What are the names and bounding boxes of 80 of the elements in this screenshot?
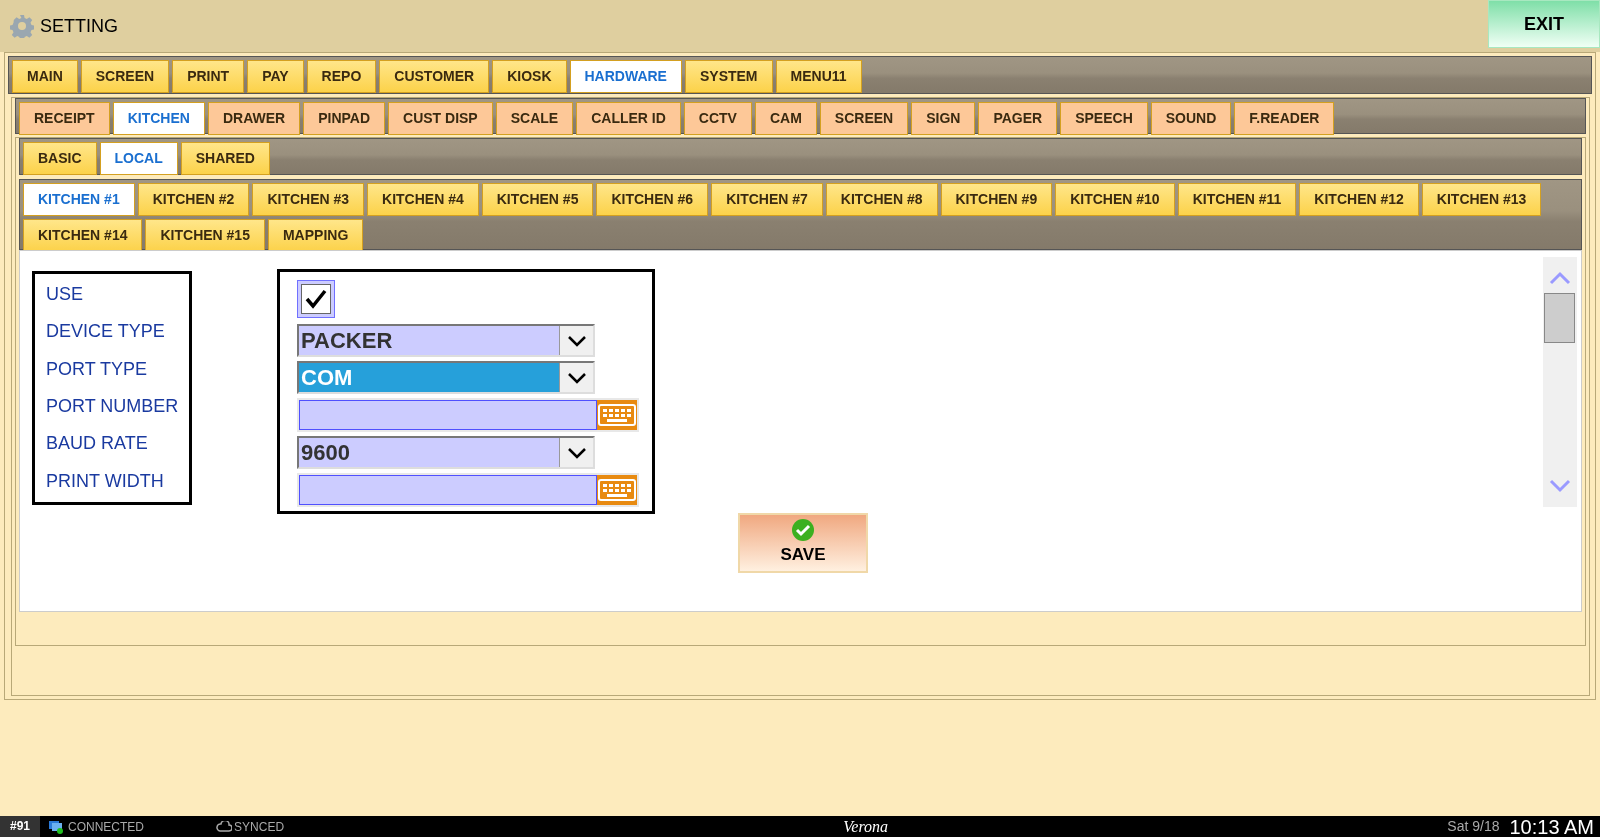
tab[interactable]: MAIN — [12, 60, 78, 93]
tab[interactable]: KITCHEN #8 — [825, 183, 938, 216]
field-label: PORT NUMBER — [46, 395, 180, 419]
window-title: SETTING — [40, 14, 118, 38]
caret-icon — [566, 446, 587, 459]
scrollbar-thumb[interactable] — [1544, 293, 1575, 343]
dropdown[interactable]: 9600 — [297, 436, 595, 469]
tab[interactable]: KITCHEN #10 — [1055, 183, 1175, 216]
tab[interactable]: KIOSK — [492, 60, 567, 93]
tab[interactable]: F.READER — [1234, 102, 1335, 135]
scrollbar[interactable] — [1543, 257, 1577, 507]
tab[interactable]: KITCHEN #7 — [711, 183, 823, 216]
tab[interactable]: KITCHEN #13 — [1421, 183, 1542, 216]
tab[interactable]: KITCHEN #12 — [1299, 183, 1419, 216]
checkbox[interactable] — [301, 284, 331, 314]
station-number: #91 — [0, 816, 41, 837]
check-circle-icon — [791, 518, 815, 543]
tab[interactable]: MENU11 — [775, 60, 862, 93]
tab[interactable]: SIGN — [911, 102, 976, 135]
tab[interactable]: KITCHEN #14 — [23, 219, 143, 252]
tab[interactable]: CALLER ID — [576, 102, 681, 135]
cloud-icon — [216, 821, 233, 832]
chevron-up-icon — [1549, 271, 1571, 285]
checkmark-icon — [305, 289, 327, 309]
tab[interactable]: PAGER — [978, 102, 1058, 135]
tab[interactable]: HARDWARE — [569, 60, 682, 93]
field-label: USE — [46, 283, 84, 307]
tab[interactable]: SCREEN — [819, 102, 909, 135]
field-label: DEVICE TYPE — [46, 320, 166, 344]
keyboard-button[interactable] — [597, 475, 637, 505]
keyboard-icon — [598, 404, 636, 426]
input-field[interactable] — [299, 400, 597, 430]
connection-status: CONNECTED — [68, 818, 145, 836]
sync-status: SYNCED — [234, 818, 285, 836]
tab[interactable]: KITCHEN #6 — [596, 183, 709, 216]
date-label: Sat 9/18 — [1447, 817, 1500, 836]
tab[interactable]: KITCHEN #2 — [137, 183, 250, 216]
tab[interactable]: PINPAD — [303, 102, 385, 135]
caret-icon — [566, 371, 587, 384]
tab[interactable]: KITCHEN #5 — [481, 183, 594, 216]
save-button[interactable]: SAVE — [738, 513, 868, 573]
tab[interactable]: SCREEN — [80, 60, 170, 93]
tab[interactable]: REPO — [306, 60, 377, 93]
tab[interactable]: SOUND — [1150, 102, 1232, 135]
tab[interactable]: CAM — [754, 102, 817, 135]
exit-button[interactable]: EXIT — [1488, 0, 1600, 48]
network-icon — [48, 819, 65, 834]
field-label: PORT TYPE — [46, 357, 149, 381]
clock-time: 10:13 AM — [1509, 814, 1594, 837]
tab[interactable]: MAPPING — [267, 219, 364, 252]
field-label: BAUD RATE — [46, 432, 149, 456]
tab[interactable]: SYSTEM — [684, 60, 773, 93]
gear-icon — [10, 14, 34, 38]
tab[interactable]: PAY — [247, 60, 304, 93]
store-name: Verona — [843, 816, 889, 837]
dropdown[interactable]: PACKER — [297, 324, 595, 357]
tab[interactable]: DRAWER — [207, 102, 301, 135]
tab[interactable]: KITCHEN #11 — [1177, 183, 1297, 216]
field-label: PRINT WIDTH — [46, 469, 165, 493]
tab[interactable]: KITCHEN #15 — [145, 219, 265, 252]
tab[interactable]: CUSTOMER — [379, 60, 490, 93]
tab[interactable]: SCALE — [495, 102, 574, 135]
tab[interactable]: LOCAL — [99, 142, 178, 175]
tab[interactable]: SPEECH — [1060, 102, 1148, 135]
tab[interactable]: CUST DISP — [388, 102, 493, 135]
tab[interactable]: KITCHEN #9 — [940, 183, 1053, 216]
tab[interactable]: KITCHEN #4 — [367, 183, 479, 216]
caret-icon — [566, 334, 587, 347]
keyboard-icon — [598, 479, 636, 501]
tab[interactable]: KITCHEN — [112, 102, 205, 135]
chevron-down-icon — [1549, 479, 1571, 493]
tab[interactable]: PRINT — [172, 60, 245, 93]
tab[interactable]: CCTV — [683, 102, 752, 135]
tab[interactable]: RECEIPT — [19, 102, 110, 135]
tab[interactable]: KITCHEN #1 — [23, 183, 135, 216]
tab[interactable]: SHARED — [180, 142, 270, 175]
input-field[interactable] — [299, 475, 597, 505]
tab[interactable]: KITCHEN #3 — [252, 183, 365, 216]
tab[interactable]: BASIC — [23, 142, 97, 175]
keyboard-button[interactable] — [597, 400, 637, 430]
